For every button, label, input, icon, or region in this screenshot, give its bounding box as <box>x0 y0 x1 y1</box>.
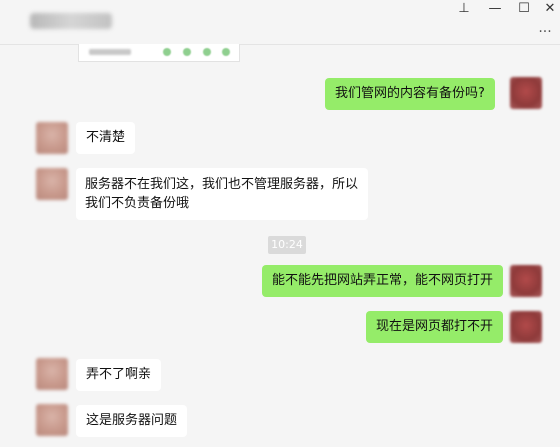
avatar[interactable] <box>510 265 542 297</box>
avatar[interactable] <box>36 358 68 390</box>
message-bubble-sent[interactable]: 现在是网页都打不开 <box>366 311 504 343</box>
avatar[interactable] <box>510 77 542 109</box>
card-icon <box>183 48 191 56</box>
minimize-icon[interactable]: — <box>481 0 509 20</box>
message-bubble-received[interactable]: 服务器不在我们这，我们也不管理服务器，所以我们不负责备份哦 <box>76 168 368 220</box>
message-bubble-sent[interactable]: 能不能先把网站弄正常，能不网页打开 <box>262 265 504 297</box>
avatar[interactable] <box>36 168 68 200</box>
message-bubble-received[interactable]: 不清楚 <box>76 122 136 154</box>
chat-title-bar: ⊥ — ☐ ✕ ··· <box>0 0 560 45</box>
card-icon <box>203 48 211 56</box>
shared-card-fragment[interactable] <box>78 44 240 62</box>
pin-icon[interactable]: ⊥ <box>450 0 478 20</box>
more-options-icon[interactable]: ··· <box>530 25 560 40</box>
message-bubble-received[interactable]: 弄不了啊亲 <box>76 359 162 391</box>
card-icon <box>222 48 230 56</box>
maximize-icon[interactable]: ☐ <box>510 0 538 20</box>
card-icon <box>163 48 171 56</box>
message-bubble-received[interactable]: 这是服务器问题 <box>76 405 188 437</box>
card-text-blurred <box>89 49 131 55</box>
chat-contact-name-blurred <box>30 13 112 29</box>
avatar[interactable] <box>36 122 68 154</box>
close-icon[interactable]: ✕ <box>536 0 560 20</box>
timestamp: 10:24 <box>268 236 306 254</box>
message-bubble-sent[interactable]: 我们管网的内容有备份吗? <box>325 78 495 110</box>
avatar[interactable] <box>36 404 68 436</box>
avatar[interactable] <box>510 311 542 343</box>
